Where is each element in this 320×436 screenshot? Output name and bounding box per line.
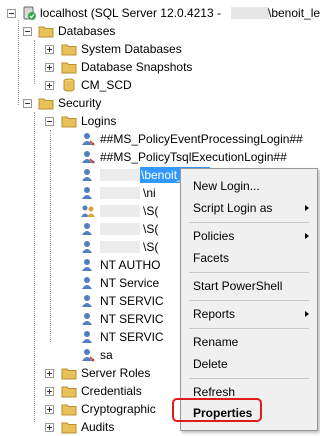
menu-item-label: Reports xyxy=(193,307,236,321)
folder-icon xyxy=(61,422,77,434)
menu-item-new-login[interactable]: New Login... xyxy=(181,175,317,197)
tree-node-label: NT SERVIC xyxy=(100,330,164,344)
menu-separator xyxy=(189,272,309,273)
expand-icon[interactable] xyxy=(45,369,54,378)
menu-separator xyxy=(189,300,309,301)
login-user-icon xyxy=(82,151,95,164)
redacted-domain-block xyxy=(100,205,140,217)
tree-node-label: System Databases xyxy=(81,42,182,56)
tree-node-label: Security xyxy=(58,96,102,110)
folder-icon xyxy=(61,368,77,380)
folder-icon xyxy=(61,44,77,56)
properties-highlight-outline xyxy=(172,398,262,422)
menu-item-policies[interactable]: Policies xyxy=(181,225,317,247)
menu-item-label: Start PowerShell xyxy=(193,279,283,293)
menu-separator xyxy=(189,378,309,379)
menu-separator xyxy=(189,222,309,223)
tree-guide xyxy=(18,20,19,105)
tree-node-label: Audits xyxy=(81,420,115,434)
tree-node-label: NT SERVIC xyxy=(100,294,164,308)
tree-node-label: Cryptographic xyxy=(81,402,156,416)
menu-item-label: New Login... xyxy=(193,179,260,193)
redacted-domain-block xyxy=(100,241,140,253)
login-user-icon xyxy=(82,169,92,181)
login-user-icon xyxy=(82,259,92,271)
tree-node-label: \S( xyxy=(143,222,159,236)
menu-item-label: Script Login as xyxy=(193,201,273,215)
expand-icon[interactable] xyxy=(45,63,54,72)
tree-node-label: NT AUTHO xyxy=(100,258,161,272)
tree-guide xyxy=(50,130,51,342)
server-icon xyxy=(23,6,36,20)
tree-node-server[interactable]: localhost (SQL Server 12.0.4213 - \benoi… xyxy=(0,4,320,22)
menu-item-start-powershell[interactable]: Start PowerShell xyxy=(181,275,317,297)
folder-icon xyxy=(38,98,54,110)
login-user-icon xyxy=(82,349,95,362)
login-user-icon xyxy=(82,133,95,146)
tree-node-label: Logins xyxy=(81,114,117,128)
tree-node-label: CM_SCD xyxy=(81,78,132,92)
tree-node-label: ##MS_PolicyEventProcessingLogin## xyxy=(100,132,303,146)
menu-item-script-login-as[interactable]: Script Login as xyxy=(181,197,317,219)
collapse-icon[interactable] xyxy=(23,99,32,108)
login-user-icon xyxy=(82,277,92,289)
login-user-icon xyxy=(82,313,92,325)
login-user-icon xyxy=(82,223,92,235)
submenu-arrow-icon xyxy=(305,205,309,211)
expand-icon[interactable] xyxy=(45,423,54,432)
folder-icon xyxy=(61,404,77,416)
redacted-domain-block xyxy=(100,187,140,199)
redacted-domain-block xyxy=(100,223,140,235)
menu-item-rename[interactable]: Rename xyxy=(181,331,317,353)
tree-node-label: \S( xyxy=(143,204,159,218)
redacted-username-block xyxy=(231,7,269,19)
tree-node-label: ##MS_PolicyTsqlExecutionLogin## xyxy=(100,150,287,164)
login-user-icon xyxy=(82,241,92,253)
menu-item-delete[interactable]: Delete xyxy=(181,353,317,375)
tree-guide xyxy=(34,112,35,422)
redacted-domain-block xyxy=(100,169,140,181)
expand-icon[interactable] xyxy=(45,387,54,396)
tree-node-label: \S( xyxy=(143,240,159,254)
menu-item-facets[interactable]: Facets xyxy=(181,247,317,269)
collapse-icon[interactable] xyxy=(45,117,54,126)
server-user-label: \benoit_lec xyxy=(268,6,320,20)
tree-node-label: Database Snapshots xyxy=(81,60,193,74)
tree-node-label: NT SERVIC xyxy=(100,312,164,326)
collapse-icon[interactable] xyxy=(23,27,32,36)
tree-node-label: \ni xyxy=(143,186,156,200)
login-user-icon xyxy=(82,331,92,343)
tree-node-label: Databases xyxy=(58,24,116,38)
menu-separator xyxy=(189,328,309,329)
submenu-arrow-icon xyxy=(305,233,309,239)
submenu-arrow-icon xyxy=(305,311,309,317)
tree-node-label: Server Roles xyxy=(81,366,151,380)
menu-item-label: Delete xyxy=(193,357,228,371)
menu-item-label: Policies xyxy=(193,229,235,243)
folder-icon xyxy=(61,386,77,398)
collapse-icon[interactable] xyxy=(7,9,16,18)
tree-node-label: sa xyxy=(100,348,113,362)
database-icon xyxy=(63,78,75,92)
login-group-icon xyxy=(81,205,95,217)
expand-icon[interactable] xyxy=(45,45,54,54)
folder-icon xyxy=(61,116,77,128)
tree-node-label: Credentials xyxy=(81,384,142,398)
expand-icon[interactable] xyxy=(45,81,54,90)
tree-node-label: NT Service xyxy=(100,276,160,290)
login-user-icon xyxy=(82,187,92,199)
expand-icon[interactable] xyxy=(45,405,54,414)
menu-item-reports[interactable]: Reports xyxy=(181,303,317,325)
menu-item-label: Rename xyxy=(193,335,239,349)
login-user-icon xyxy=(82,295,92,307)
folder-icon xyxy=(61,62,77,74)
folder-icon xyxy=(38,26,54,38)
server-label: localhost (SQL Server 12.0.4213 - xyxy=(40,6,221,20)
menu-item-label: Facets xyxy=(193,251,230,265)
tree-guide xyxy=(34,40,35,84)
context-menu: New Login... Script Login as Policies Fa… xyxy=(180,168,318,431)
